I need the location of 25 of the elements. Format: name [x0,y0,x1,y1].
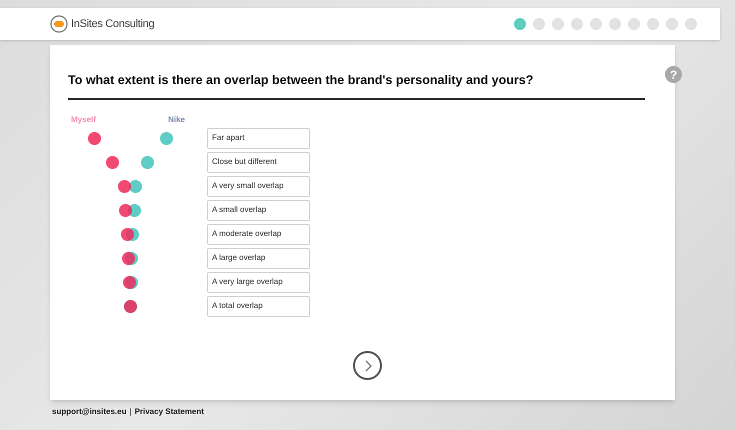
answer-option[interactable]: A very large overlap [207,272,310,293]
legend-label: Nike [168,114,185,126]
answer-option[interactable]: Far apart [207,128,310,149]
answer-option[interactable]: A moderate overlap [207,224,310,245]
logo-text: InSites Consulting [71,16,154,32]
overlap-circles-drawing [119,204,141,217]
legend-label: Myself [71,114,96,126]
separator: | [129,406,132,418]
overlap-circles-drawing [118,180,142,193]
overlap-circles-drawing [122,276,138,289]
support-email-link[interactable]: support@insites.eu [52,406,126,418]
overlap-circles-drawing [124,300,136,313]
overlap-circles-drawing [122,252,138,265]
answer-option[interactable]: A large overlap [207,248,310,269]
question-title: To what extent is there an overlap between the brand's personality and yours? [68,72,534,89]
privacy-link[interactable]: Privacy Statement [134,406,204,418]
answer-option[interactable]: A very small overlap [207,176,310,197]
answer-option[interactable]: A total overlap [207,296,310,317]
answer-option[interactable]: A small overlap [207,200,310,221]
chevron-right-icon [362,360,372,372]
logo-icon [50,15,68,33]
overlap-circles-drawing [121,228,139,241]
answer-option[interactable]: Close but different [207,152,310,173]
overlap-circles-drawing [106,156,154,169]
next-button[interactable] [353,351,382,380]
